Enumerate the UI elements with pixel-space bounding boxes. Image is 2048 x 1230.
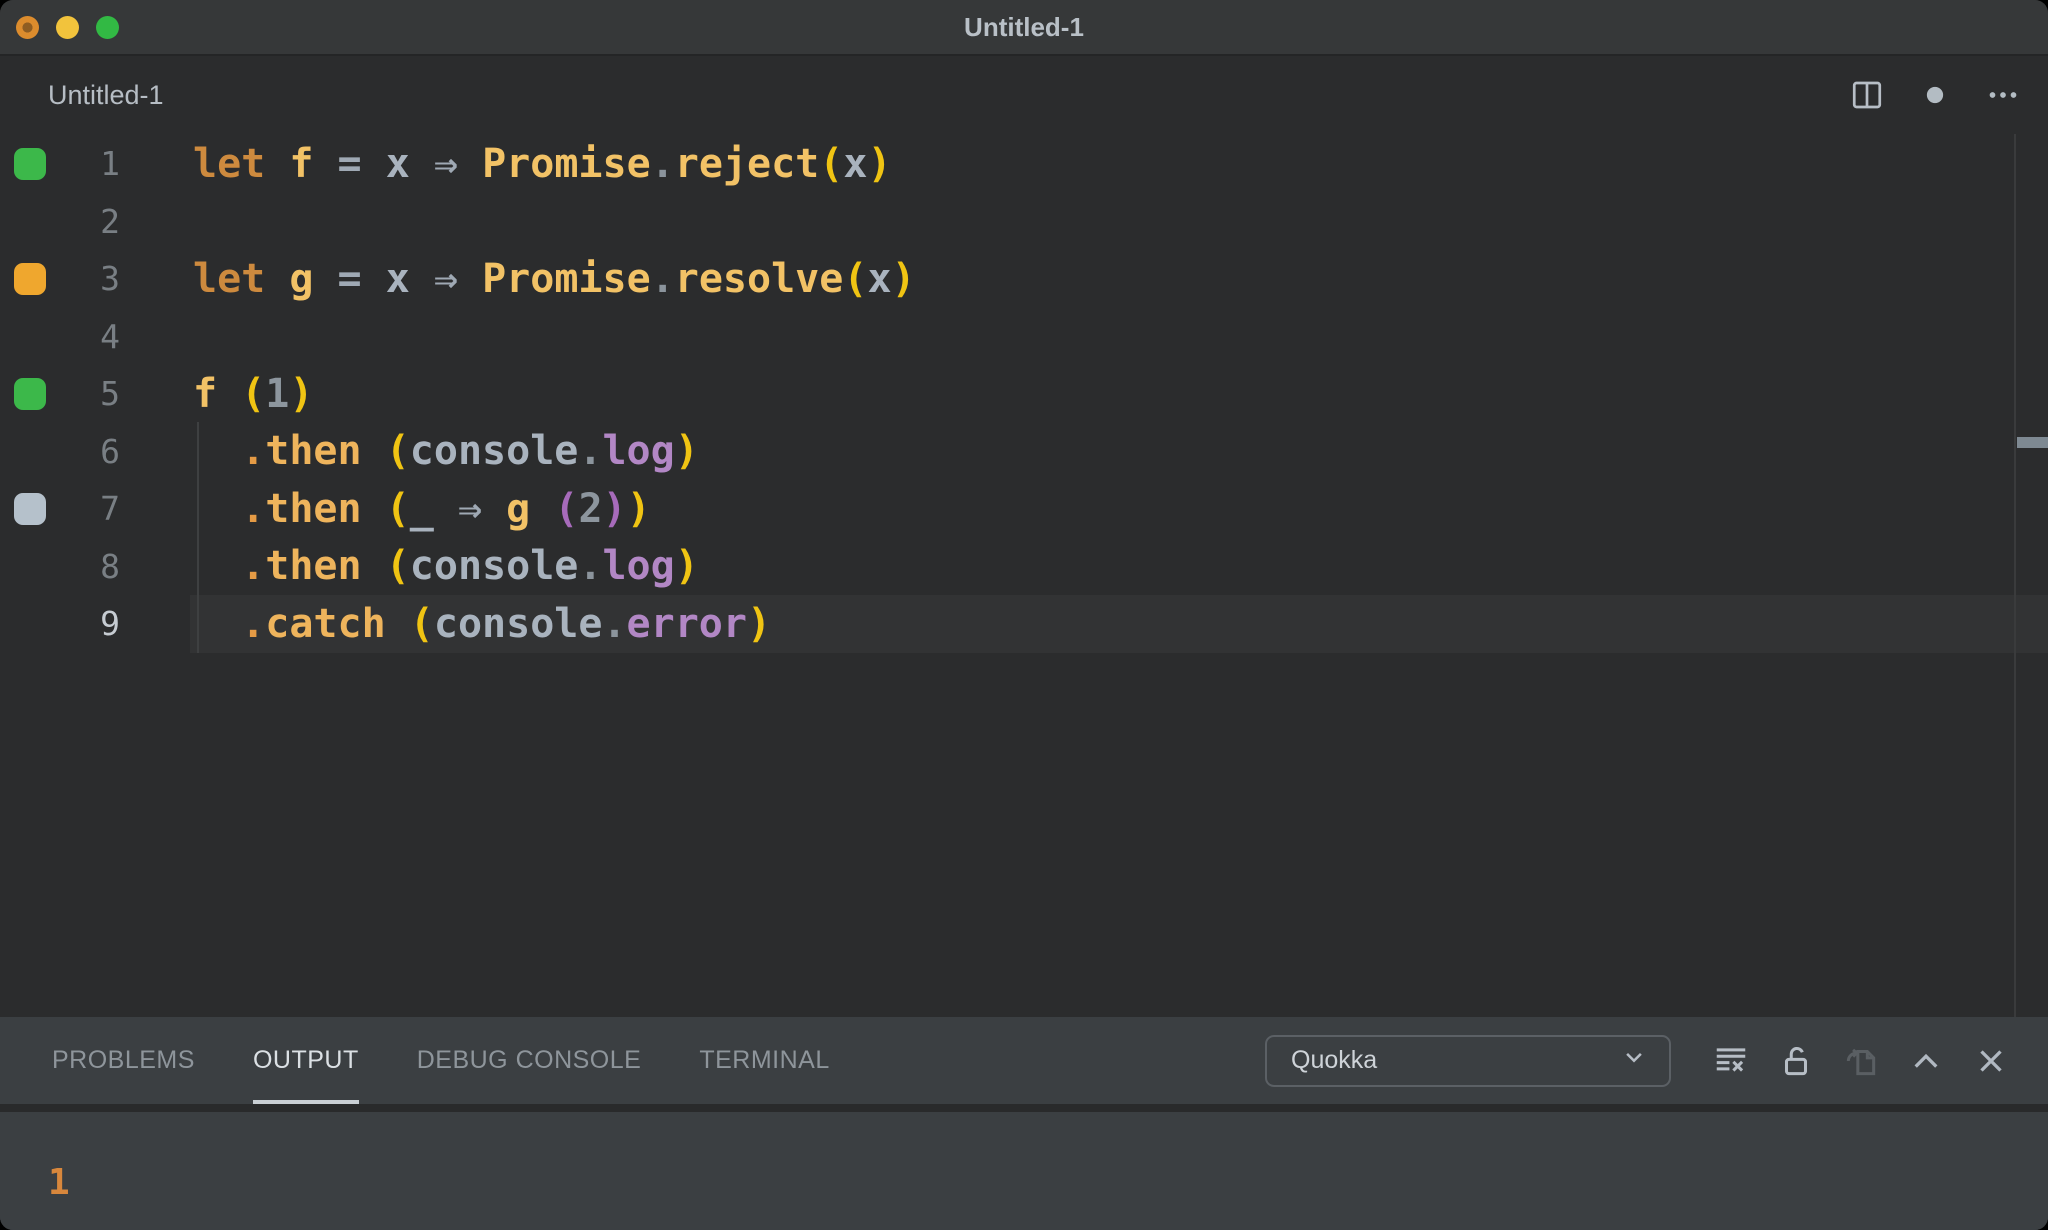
code-line[interactable]: 2 [0,193,2048,251]
titlebar[interactable]: Untitled-1 [0,0,2048,56]
panel-tab-debug-console[interactable]: DEBUG CONSOLE [417,1017,642,1104]
panel-header: PROBLEMS OUTPUT DEBUG CONSOLE TERMINAL Quok… [0,1017,2048,1104]
code-line[interactable]: 6 .then (console.log) [0,423,2048,481]
line-number[interactable]: 7 [46,489,120,528]
output-line: 1 [48,1162,70,1203]
clear-output-icon[interactable] [1712,1042,1750,1080]
close-panel-icon[interactable] [1972,1042,2010,1080]
gutter-spacer [14,320,46,352]
unsaved-dot-icon[interactable] [1916,76,1954,114]
quokka-marker-gray[interactable] [14,492,46,525]
panel-tab-problems[interactable]: PROBLEMS [52,1017,195,1104]
gutter-spacer [14,550,46,582]
code-text: f (1) [193,370,314,417]
editor-lines: 1 let f = x ⇒ Promise.reject(x) 2 3 let g = … [0,135,2048,653]
code-text: .then (console.log) [241,543,699,590]
gutter-spacer [14,205,46,237]
code-text: let f = x ⇒ Promise.reject(x) [193,140,892,187]
window-title: Untitled-1 [964,11,1084,42]
code-line[interactable]: 7 .then (_ ⇒ g (2)) [0,480,2048,538]
maximize-panel-icon[interactable] [1907,1042,1945,1080]
line-number[interactable]: 6 [46,432,120,471]
quokka-marker-green[interactable] [14,147,46,180]
line-number[interactable]: 5 [46,374,120,413]
unlock-icon[interactable] [1777,1042,1815,1080]
vscode-window: Untitled-1 Untitled-1 1 let f = x ⇒ Promi… [0,0,2048,1230]
quokka-marker-orange[interactable] [14,262,46,295]
line-number[interactable]: 8 [46,547,120,586]
code-line[interactable]: 5 f (1) [0,365,2048,423]
line-number[interactable]: 2 [46,202,120,241]
output-content: 1 [0,1112,2048,1230]
output-channel-select[interactable]: Quokka [1265,1034,1671,1087]
code-text: .then (console.log) [241,428,699,475]
code-text: .catch (console.error) [241,600,772,647]
gutter-spacer [14,608,46,640]
bottom-panel: PROBLEMS OUTPUT DEBUG CONSOLE TERMINAL Quok… [0,1017,2048,1230]
editor-right-separator [2014,134,2016,1017]
line-number[interactable]: 3 [46,259,120,298]
line-number[interactable]: 1 [46,144,120,183]
chevron-down-icon [1619,1042,1649,1079]
code-line[interactable]: 4 [0,308,2048,366]
code-line[interactable]: 3 let g = x ⇒ Promise.resolve(x) [0,250,2048,308]
line-number[interactable]: 9 [46,604,120,643]
overview-ruler-marker [2017,437,2048,448]
editor-header: Untitled-1 [0,56,2048,134]
code-line[interactable]: 1 let f = x ⇒ Promise.reject(x) [0,135,2048,193]
more-actions-icon[interactable] [1984,76,2022,114]
open-log-file-icon[interactable] [1842,1042,1880,1080]
editor-pane[interactable]: 1 let f = x ⇒ Promise.reject(x) 2 3 let g = … [0,134,2048,1017]
gutter-spacer [14,435,46,467]
code-line[interactable]: 8 .then (console.log) [0,538,2048,596]
panel-tab-terminal[interactable]: TERMINAL [699,1017,829,1104]
code-text: .then (_ ⇒ g (2)) [241,485,651,532]
panel-tabs: PROBLEMS OUTPUT DEBUG CONSOLE TERMINAL [0,1017,888,1104]
split-editor-icon[interactable] [1848,76,1886,114]
quokka-marker-green[interactable] [14,377,46,410]
output-channel-value: Quokka [1291,1046,1378,1074]
code-text: let g = x ⇒ Promise.resolve(x) [193,255,916,302]
code-line[interactable]: 9 .catch (console.error) [0,595,2048,653]
line-number[interactable]: 4 [46,317,120,356]
panel-separator [0,1104,2048,1112]
panel-tab-output[interactable]: OUTPUT [252,1017,359,1104]
editor-tab-title: Untitled-1 [48,79,164,110]
